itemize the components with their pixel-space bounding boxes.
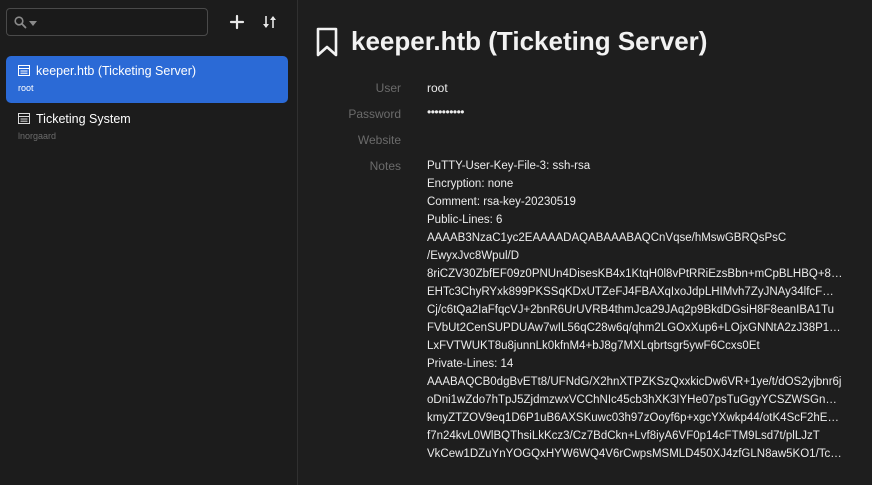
entry-detail-title: keeper.htb (Ticketing Server) bbox=[351, 26, 708, 56]
chevron-down-icon[interactable] bbox=[29, 21, 37, 26]
notes-line: oDni1wZdo7hTpJ5ZjdmzwxVCChNIc45cb3hXK3IY… bbox=[427, 394, 837, 406]
notes-line: 8riCZV30ZbfEF09z0PNUn4DisesKB4x1KtqH0l8v… bbox=[427, 268, 843, 280]
notes-line: kmyZTZOV9eq1D6P1uB6AXSKuwc03h97zOoyf6p+x… bbox=[427, 412, 839, 424]
search-icon[interactable] bbox=[14, 16, 27, 29]
plus-icon[interactable] bbox=[227, 12, 247, 32]
notes-line: Encryption: none bbox=[427, 178, 514, 190]
entry-username: lnorgaard bbox=[18, 131, 57, 141]
entry-sidebar: keeper.htb (Ticketing Server) root Ticke… bbox=[0, 0, 298, 485]
entry-title: keeper.htb (Ticketing Server) bbox=[36, 64, 197, 78]
notes-line: Comment: rsa-key-20230519 bbox=[427, 196, 576, 208]
entry-list-item[interactable]: Ticketing System lnorgaard bbox=[6, 104, 288, 151]
entry-title: Ticketing System bbox=[36, 112, 131, 126]
notes-line: /EwyxJvc8Wpul/D bbox=[427, 250, 520, 262]
entry-username: root bbox=[18, 83, 34, 93]
notes-content[interactable]: PuTTY-User-Key-File-3: ssh-rsa Encryption… bbox=[427, 157, 863, 463]
notes-line: VkCew1DZuYnYOGQxHYW6WQ4V6rCwpsMSMLD450XJ… bbox=[427, 448, 842, 460]
password-label: Password bbox=[348, 107, 401, 121]
notes-line: EHTc3ChyRYxk899PKSSqKDxUTZeFJ4FBAXqIxoJd… bbox=[427, 286, 834, 298]
entry-list-item[interactable]: keeper.htb (Ticketing Server) root bbox=[6, 56, 288, 103]
notes-line: LxFVTWUKT8u8junnLk0kfnM4+bJ8g7MXLqbrtsgr… bbox=[427, 340, 760, 352]
notes-line: FVbUt2CenSUPDUAw7wIL56qC28w6q/qhm2LGOxXu… bbox=[427, 322, 841, 334]
search-input[interactable] bbox=[41, 13, 205, 33]
notes-line: Private-Lines: 14 bbox=[427, 358, 514, 370]
notes-line: f7n24kvL0WlBQThsiLkKcz3/Cz7BdCkn+Lvf8iyA… bbox=[427, 430, 820, 442]
website-label: Website bbox=[357, 133, 401, 147]
search-box[interactable] bbox=[6, 8, 208, 36]
notes-line: AAABAQCB0dgBvETt8/UFNdG/X2hnXTPZKSzQxxki… bbox=[427, 376, 842, 388]
password-value[interactable]: •••••••••• bbox=[427, 105, 465, 119]
key-entry-icon bbox=[18, 113, 30, 124]
notes-line: Cj/c6tQa2IaFfqcVJ+2bnR6UrUVRB4thmJca29JA… bbox=[427, 304, 835, 316]
notes-line: PuTTY-User-Key-File-3: ssh-rsa bbox=[427, 160, 591, 172]
notes-line: AAAAB3NzaC1yc2EAAAADAQABAAABAQCnVqse/hMs… bbox=[427, 232, 787, 244]
notes-line: Public-Lines: 6 bbox=[427, 214, 503, 226]
user-value[interactable]: root bbox=[427, 81, 448, 95]
sort-icon[interactable] bbox=[260, 12, 280, 32]
notes-label: Notes bbox=[369, 159, 401, 173]
user-label: User bbox=[375, 81, 401, 95]
key-entry-icon bbox=[18, 65, 30, 76]
bookmark-icon bbox=[316, 27, 338, 57]
